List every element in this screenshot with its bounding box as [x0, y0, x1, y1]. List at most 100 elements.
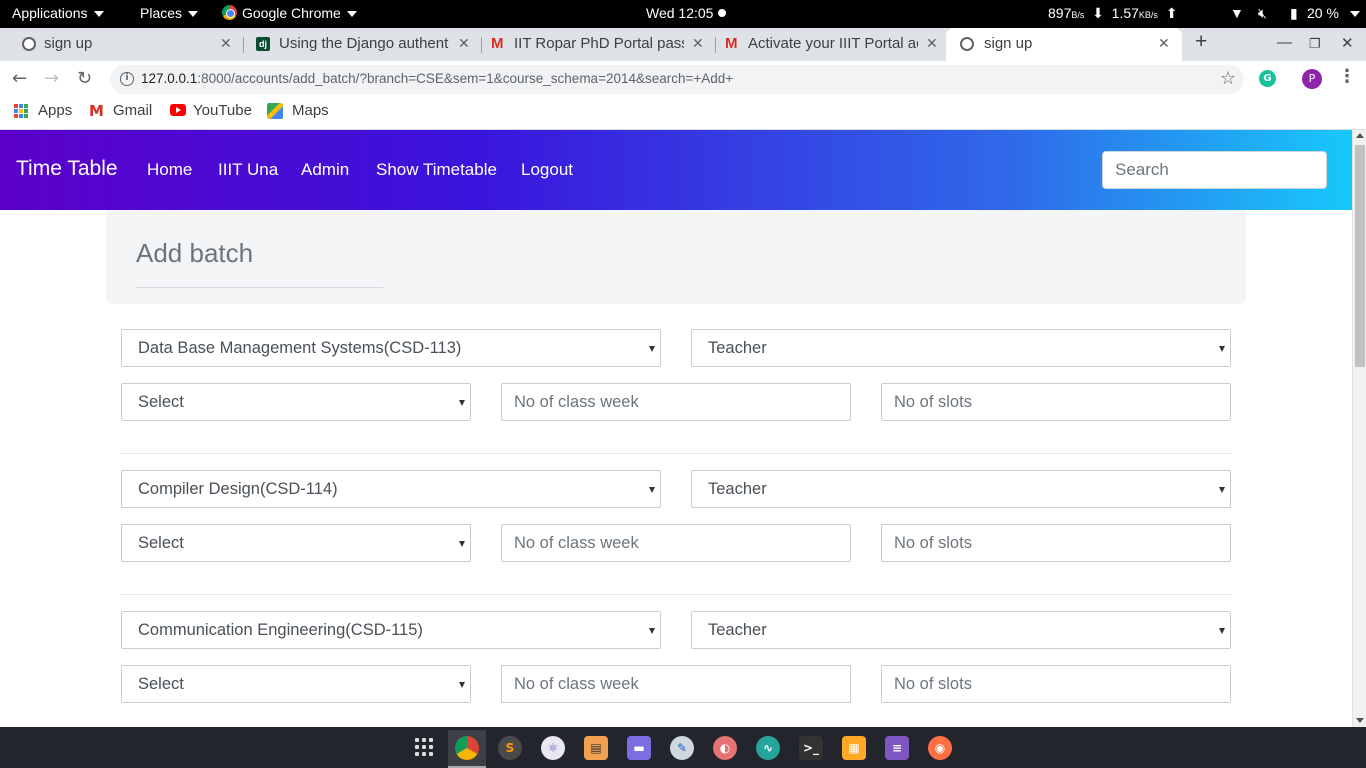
type-select[interactable]: Select	[121, 665, 471, 703]
bookmarks-bar: Apps Gmail YouTube Maps	[0, 97, 1366, 130]
restore-button[interactable]: ❐	[1309, 36, 1321, 52]
places-menu[interactable]: Places	[140, 5, 199, 21]
chrome-icon	[222, 5, 237, 20]
profile-avatar[interactable]: P	[1302, 69, 1322, 89]
teacher-select[interactable]: Teacher	[691, 470, 1231, 508]
dropdown-arrow-icon	[459, 400, 465, 406]
browser-toolbar: ← → ↻ i 127.0.0.1:8000/accounts/add_batc…	[0, 61, 1366, 97]
archive-manager-icon[interactable]: ▤	[584, 736, 608, 760]
course-select[interactable]: Data Base Management Systems(CSD-113)	[121, 329, 661, 367]
net-up-unit: KB/s	[1138, 10, 1158, 20]
tab-title: Using the Django authent	[279, 35, 449, 52]
dropdown-arrow-icon	[649, 346, 655, 352]
dropdown-arrow-icon	[649, 628, 655, 634]
battery-icon[interactable]: ▮	[1290, 5, 1298, 22]
bookmark-apps[interactable]: Apps	[38, 102, 72, 119]
close-icon[interactable]: ✕	[926, 35, 938, 52]
close-icon[interactable]: ✕	[458, 35, 470, 52]
chevron-down-icon	[93, 11, 104, 18]
close-window-button[interactable]: ✕	[1341, 34, 1354, 52]
classes-per-week-input[interactable]: No of class week	[501, 665, 851, 703]
django-icon: dj	[256, 37, 270, 51]
type-select-value: Select	[138, 534, 184, 552]
course-select-value: Data Base Management Systems(CSD-113)	[138, 339, 462, 357]
tab-iit-ropar[interactable]: M IIT Ropar PhD Portal pass ✕	[482, 28, 716, 61]
grammarly-extension-icon[interactable]: G	[1259, 70, 1276, 87]
arrow-up-icon: ⬆	[1165, 5, 1178, 21]
teacher-select-value: Teacher	[708, 480, 767, 498]
url-text[interactable]: 127.0.0.1:8000/accounts/add_batch/?branc…	[141, 71, 733, 86]
dropdown-arrow-icon	[1219, 487, 1225, 493]
volume-muted-icon[interactable]: 🔇︎	[1258, 5, 1267, 22]
applications-menu[interactable]: Applications	[12, 5, 104, 21]
more-menu-icon[interactable]: ⋮	[1338, 66, 1356, 87]
reload-button[interactable]: ↻	[77, 68, 92, 89]
page-scrollbar[interactable]	[1352, 130, 1366, 727]
firefox-icon[interactable]: ◉	[928, 736, 952, 760]
nav-link-admin[interactable]: Admin	[301, 160, 349, 180]
files-icon[interactable]: ▬	[627, 736, 651, 760]
tab-sign-up-active[interactable]: sign up ✕	[946, 28, 1182, 61]
youtube-icon	[170, 104, 186, 116]
nav-link-show-timetable[interactable]: Show Timetable	[376, 160, 497, 180]
dropdown-arrow-icon	[649, 487, 655, 493]
scrollbar-thumb[interactable]	[1355, 145, 1365, 367]
type-select[interactable]: Select	[121, 383, 471, 421]
info-icon[interactable]: i	[120, 72, 134, 86]
arrow-down-icon: ⬇	[1092, 5, 1104, 21]
address-bar[interactable]: i 127.0.0.1:8000/accounts/add_batch/?bra…	[110, 65, 1244, 94]
clock[interactable]: Wed 12:05	[646, 5, 727, 21]
terminal-icon[interactable]: >_	[799, 736, 823, 760]
teacher-select[interactable]: Teacher	[691, 611, 1231, 649]
text-editor-icon[interactable]: ✎	[670, 736, 694, 760]
gmail-icon: M	[89, 102, 104, 120]
new-tab-button[interactable]: +	[1195, 30, 1207, 54]
globe-icon	[22, 37, 36, 51]
type-select-value: Select	[138, 675, 184, 693]
tab-activate-iiit[interactable]: M Activate your IIIT Portal ac ✕	[716, 28, 946, 61]
chrome-icon[interactable]	[455, 736, 479, 760]
bookmark-star-icon[interactable]: ☆	[1220, 68, 1236, 89]
nav-link-logout[interactable]: Logout	[521, 160, 573, 180]
settings-toggle-icon[interactable]: ◐	[713, 736, 737, 760]
atom-icon[interactable]: ⚛	[541, 736, 565, 760]
notes-icon[interactable]: ≡	[885, 736, 909, 760]
search-input[interactable]: Search	[1102, 151, 1327, 189]
battery-percent[interactable]: 20 %	[1307, 5, 1339, 21]
classes-per-week-input[interactable]: No of class week	[501, 383, 851, 421]
close-icon[interactable]: ✕	[220, 35, 232, 52]
back-button[interactable]: ←	[12, 68, 27, 89]
system-monitor-icon[interactable]: ∿	[756, 736, 780, 760]
slots-input[interactable]: No of slots	[881, 383, 1231, 421]
document-icon[interactable]: ▦	[842, 736, 866, 760]
slots-input[interactable]: No of slots	[881, 524, 1231, 562]
course-select[interactable]: Communication Engineering(CSD-115)	[121, 611, 661, 649]
bookmark-gmail[interactable]: Gmail	[113, 102, 152, 119]
scroll-up-arrow-icon[interactable]	[1356, 133, 1364, 138]
tab-sign-up-1[interactable]: sign up ✕	[0, 28, 244, 61]
wifi-icon[interactable]: ▼	[1230, 5, 1244, 21]
apps-grid-icon	[14, 104, 28, 118]
chevron-down-icon[interactable]	[1350, 5, 1360, 21]
type-select[interactable]: Select	[121, 524, 471, 562]
minimize-button[interactable]: —	[1277, 34, 1292, 51]
close-icon[interactable]: ✕	[692, 35, 704, 52]
bookmark-youtube[interactable]: YouTube	[193, 102, 252, 119]
nav-link-iiit-una[interactable]: IIIT Una	[218, 160, 278, 180]
active-app-menu[interactable]: Google Chrome	[222, 5, 357, 21]
course-select[interactable]: Compiler Design(CSD-114)	[121, 470, 661, 508]
dropdown-arrow-icon	[459, 541, 465, 547]
slots-input[interactable]: No of slots	[881, 665, 1231, 703]
network-speed: 897B/s ⬇ 1.57KB/s ⬆	[1048, 5, 1177, 22]
close-icon[interactable]: ✕	[1158, 35, 1170, 52]
sublime-text-icon[interactable]: S	[498, 736, 522, 760]
classes-per-week-input[interactable]: No of class week	[501, 524, 851, 562]
bookmark-maps[interactable]: Maps	[292, 102, 329, 119]
teacher-select[interactable]: Teacher	[691, 329, 1231, 367]
navbar-brand[interactable]: Time Table	[16, 157, 118, 181]
forward-button[interactable]: →	[44, 68, 59, 89]
tab-django-auth[interactable]: dj Using the Django authent ✕	[244, 28, 482, 61]
scroll-down-arrow-icon[interactable]	[1356, 718, 1364, 723]
app-launcher-grid-icon[interactable]	[415, 738, 433, 756]
nav-link-home[interactable]: Home	[147, 160, 192, 180]
